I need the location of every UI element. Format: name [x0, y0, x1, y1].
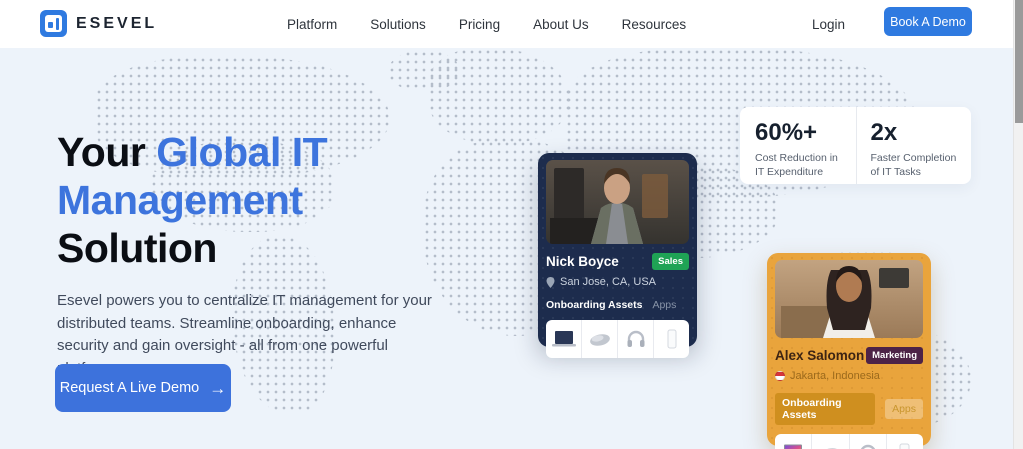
request-live-demo-label: Request A Live Demo — [60, 380, 199, 396]
phone-icon — [653, 320, 689, 358]
login-link[interactable]: Login — [812, 0, 845, 48]
stats-card: 60%+ Cost Reduction in IT Expenditure 2x… — [740, 107, 971, 184]
employee-location: San Jose, CA, USA — [560, 276, 656, 288]
vertical-scrollbar[interactable] — [1013, 0, 1023, 449]
employee-photo — [775, 260, 923, 338]
headphones-icon — [849, 434, 886, 449]
stat-value: 60%+ — [755, 119, 856, 147]
nav-item-platform[interactable]: Platform — [287, 17, 337, 32]
laptop-icon — [546, 320, 581, 358]
role-badge: Marketing — [866, 347, 923, 364]
header: ESEVEL Platform Solutions Pricing About … — [0, 0, 1013, 48]
location-pin-icon — [546, 277, 555, 288]
hero-section: Your Global IT Management Solution Eseve… — [0, 48, 1013, 449]
logo-mark-icon — [40, 10, 67, 37]
landing-page: ESEVEL Platform Solutions Pricing About … — [0, 0, 1023, 449]
employee-name: Alex Salomon — [775, 348, 864, 363]
stat-label: Cost Reduction in IT Expenditure — [755, 152, 856, 179]
role-badge: Sales — [652, 253, 689, 270]
arrow-right-icon: → — [209, 380, 226, 397]
mouse-icon — [811, 434, 848, 449]
phone-icon — [886, 434, 923, 449]
mouse-icon — [581, 320, 617, 358]
headline-black-1: Your — [57, 129, 145, 175]
employee-photo — [546, 160, 689, 244]
employee-card-nick-boyce: Nick Boyce Sales San Jose, CA, USA Onboa… — [538, 153, 697, 347]
stat-label: Faster Completion of IT Tasks — [871, 152, 972, 179]
employee-name: Nick Boyce — [546, 254, 619, 269]
request-live-demo-button[interactable]: Request A Live Demo → — [55, 364, 231, 412]
book-a-demo-button[interactable]: Book A Demo — [884, 7, 972, 36]
flag-indonesia-icon — [775, 371, 785, 381]
employee-location: Jakarta, Indonesia — [790, 370, 880, 382]
employee-card-alex-salomon: Alex Salomon Marketing Jakarta, Indonesi… — [767, 253, 931, 446]
nav-item-about-us[interactable]: About Us — [533, 17, 589, 32]
headline-accent-1: Global IT — [156, 129, 327, 175]
brand-name: ESEVEL — [76, 15, 157, 33]
brand-logo[interactable]: ESEVEL — [40, 10, 157, 37]
asset-thumbnails — [546, 320, 689, 358]
stat-cost-reduction: 60%+ Cost Reduction in IT Expenditure — [740, 107, 856, 184]
main-nav: Platform Solutions Pricing About Us Reso… — [287, 0, 686, 48]
hero-headline: Your Global IT Management Solution — [57, 128, 327, 272]
scrollbar-thumb[interactable] — [1015, 0, 1023, 123]
tab-onboarding-assets: Onboarding Assets — [775, 393, 875, 425]
nav-item-solutions[interactable]: Solutions — [370, 17, 426, 32]
stat-value: 2x — [871, 119, 972, 147]
stat-faster-completion: 2x Faster Completion of IT Tasks — [856, 107, 972, 184]
headline-black-2: Solution — [57, 224, 327, 272]
tab-onboarding-assets: Onboarding Assets — [546, 299, 642, 311]
tab-apps: Apps — [652, 299, 676, 311]
nav-item-pricing[interactable]: Pricing — [459, 17, 500, 32]
tab-apps: Apps — [885, 399, 923, 419]
headline-accent-2: Management — [57, 176, 327, 224]
nav-item-resources[interactable]: Resources — [622, 17, 687, 32]
headphones-icon — [617, 320, 653, 358]
asset-thumbnails — [775, 434, 923, 449]
laptop-icon — [775, 434, 811, 449]
